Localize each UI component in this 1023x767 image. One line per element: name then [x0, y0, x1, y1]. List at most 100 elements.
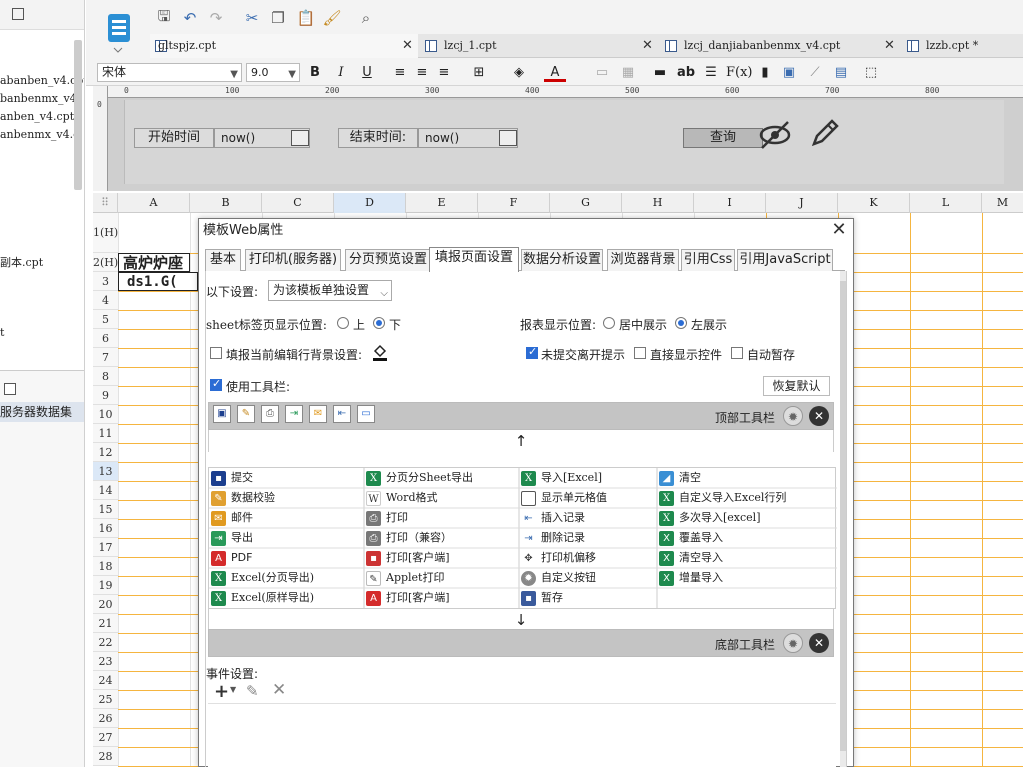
copy-icon[interactable]	[12, 8, 24, 20]
format-brush-icon[interactable]: 🖌	[322, 8, 342, 28]
row-header[interactable]: 8	[93, 367, 118, 386]
item-export[interactable]: ⇥ 导出	[209, 528, 364, 548]
row-header[interactable]: 13	[93, 462, 118, 481]
move-down-arrow[interactable]: ↓	[208, 609, 834, 631]
tab-javascript[interactable]: 引用JavaScript	[737, 249, 833, 271]
frame-icon[interactable]: ⬚	[860, 63, 882, 82]
row-header[interactable]: 2(H)	[93, 253, 118, 272]
fill-bucket-icon[interactable]	[371, 343, 389, 361]
sub-report-icon[interactable]: ▤	[832, 63, 850, 82]
tab-basic[interactable]: 基本	[205, 249, 241, 271]
close-icon[interactable]: ✕	[884, 34, 895, 58]
row-header[interactable]: 15	[93, 500, 118, 519]
font-size-select[interactable]: 9.0 ▼	[246, 63, 300, 82]
column-header-l[interactable]: L	[910, 193, 982, 213]
item-mail[interactable]: ✉ 邮件	[209, 508, 364, 528]
row-header[interactable]: 28	[93, 747, 118, 766]
column-header-a[interactable]: A	[118, 193, 190, 213]
template-icon[interactable]	[98, 8, 138, 56]
hide-eye-icon[interactable]	[758, 120, 792, 150]
copy-icon[interactable]: ❐	[268, 8, 288, 28]
align-left-icon[interactable]: ≡	[392, 63, 408, 82]
underline-button[interactable]: U	[358, 63, 376, 82]
export-icon[interactable]: ⇥	[285, 405, 303, 423]
fill-color-icon[interactable]: ◈	[508, 63, 530, 82]
move-up-arrow[interactable]: ↑	[208, 430, 834, 452]
row-header[interactable]: 9	[93, 386, 118, 405]
auto-save-checkbox[interactable]	[731, 347, 743, 359]
unmerge-icon[interactable]: ▦	[620, 63, 636, 82]
unsubmitted-prompt-checkbox[interactable]	[526, 345, 538, 359]
item-excel-original[interactable]: X Excel(原样导出)	[209, 588, 364, 608]
row-header[interactable]: 25	[93, 690, 118, 709]
tab-data-analysis[interactable]: 数据分析设置	[521, 249, 603, 271]
column-header-f[interactable]: F	[478, 193, 550, 213]
show-controls-checkbox[interactable]	[634, 347, 646, 359]
row-header[interactable]: 12	[93, 443, 118, 462]
item-temp-save[interactable]: ▪ 暂存	[519, 588, 657, 608]
tab-css[interactable]: 引用Css	[681, 249, 735, 271]
radio-report-center[interactable]	[603, 317, 615, 329]
item-custom-button[interactable]: ✹ 自定义按钮	[519, 568, 657, 588]
image-icon[interactable]: ▣	[780, 63, 798, 82]
save-icon[interactable]: ▣	[213, 405, 231, 423]
row-header[interactable]: 14	[93, 481, 118, 500]
slash-icon[interactable]: ⟋	[806, 63, 824, 82]
row-header[interactable]: 21	[93, 614, 118, 633]
item-printer-offset[interactable]: ✥ 打印机偏移	[519, 548, 657, 568]
item-sheet-export[interactable]: X 分页分Sheet导出	[364, 468, 519, 488]
item-applet-print[interactable]: ✎ Applet打印	[364, 568, 519, 588]
gear-icon[interactable]: ✹	[783, 633, 803, 653]
row-header[interactable]: 1(H)	[93, 213, 118, 253]
calendar-icon[interactable]	[291, 130, 309, 146]
restore-default-button[interactable]: 恢复默认	[763, 376, 830, 396]
radio-sheet-up[interactable]	[337, 317, 349, 329]
row-header[interactable]: 16	[93, 519, 118, 538]
item-print[interactable]: ⎙ 打印	[364, 508, 519, 528]
item-print-compat[interactable]: ⎙ 打印（兼容）	[364, 528, 519, 548]
file-item[interactable]: abanben_v4.cpt	[0, 74, 84, 87]
item-delete-record[interactable]: ⇥ 删除记录	[519, 528, 657, 548]
rich-text-icon[interactable]: ☰	[702, 63, 720, 82]
align-center-icon[interactable]: ≡	[414, 63, 430, 82]
gear-icon[interactable]: ✹	[783, 406, 803, 426]
item-word[interactable]: W Word格式	[364, 488, 519, 508]
server-dataset-item[interactable]: 服务器数据集	[0, 402, 84, 422]
item-pdf[interactable]: A PDF	[209, 548, 364, 568]
cell-a2[interactable]: 高炉炉座	[118, 253, 190, 272]
file-item[interactable]: 副本.cpt	[0, 254, 43, 270]
tab-lzzb[interactable]: lzzb.cpt *	[902, 34, 1023, 58]
select-all-icon[interactable]: ⠿	[93, 193, 118, 213]
row-header[interactable]: 4	[93, 291, 118, 310]
save-icon[interactable]: 🖫	[154, 7, 174, 28]
item-show-cell-value[interactable]: 显示单元格值	[519, 488, 657, 508]
row-header[interactable]: 17	[93, 538, 118, 557]
cell-a3[interactable]: ds1.G(	[118, 272, 198, 291]
chart-icon[interactable]: ▮	[756, 63, 774, 82]
tab-lzcj-1[interactable]: lzcj_1.cpt ✕	[420, 34, 658, 58]
item-import-excel[interactable]: X 导入[Excel]	[519, 468, 657, 488]
column-header-d[interactable]: D	[334, 193, 406, 213]
scope-select[interactable]: 为该模板单独设置 ⌵	[268, 280, 392, 301]
row-header[interactable]: 11	[93, 424, 118, 443]
delete-icon[interactable]: ✕	[272, 680, 286, 700]
file-item[interactable]: anben_v4.cpt	[0, 110, 74, 123]
add-event-icon[interactable]: +	[214, 681, 229, 702]
close-icon[interactable]: ✕	[402, 34, 413, 58]
use-toolbar-checkbox[interactable]	[210, 377, 222, 391]
italic-button[interactable]: I	[332, 63, 350, 82]
column-header-b[interactable]: B	[190, 193, 262, 213]
column-header-i[interactable]: I	[694, 193, 766, 213]
row-header[interactable]: 19	[93, 576, 118, 595]
item-clear[interactable]: ◢ 清空	[657, 468, 837, 488]
column-header-k[interactable]: K	[838, 193, 910, 213]
print-icon[interactable]: ⎙	[261, 405, 279, 423]
remove-icon[interactable]: ✕	[809, 406, 829, 426]
file-item[interactable]: t	[0, 326, 4, 339]
file-item[interactable]: banbenmx_v4.	[0, 92, 80, 105]
row-header[interactable]: 27	[93, 728, 118, 747]
text-cell-icon[interactable]: ab	[676, 63, 696, 82]
item-custom-import[interactable]: X 自定义导入Excel行列	[657, 488, 837, 508]
row-header[interactable]: 18	[93, 557, 118, 576]
row-header[interactable]: 3	[93, 272, 118, 291]
